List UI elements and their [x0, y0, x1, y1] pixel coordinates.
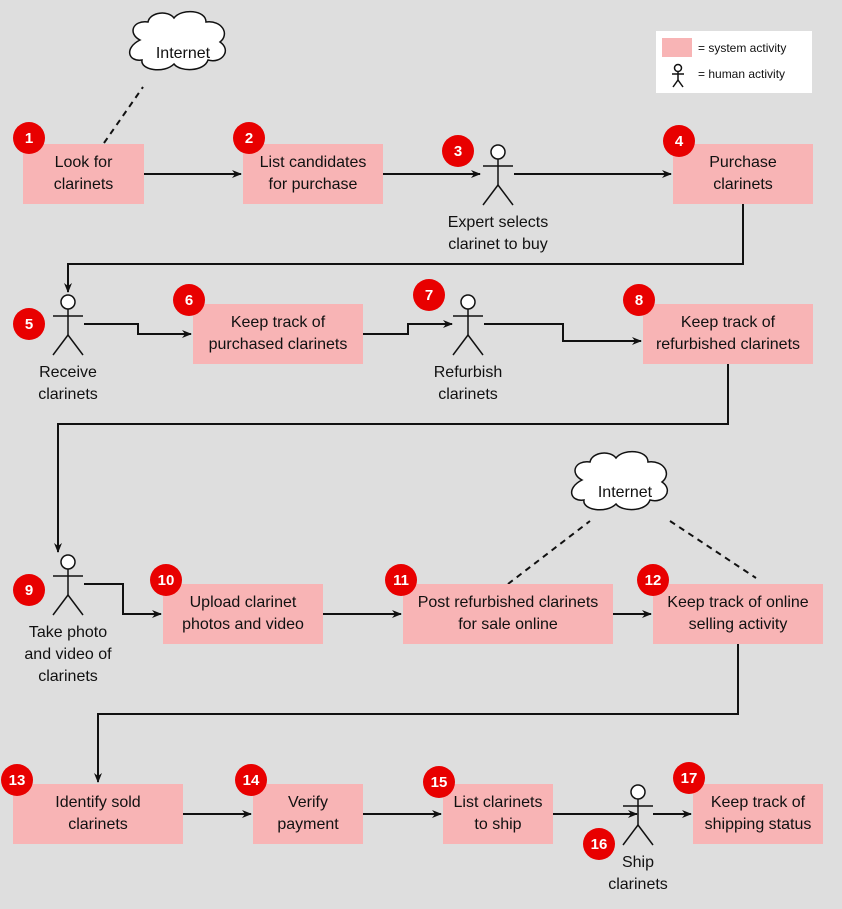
step-9-actor-icon[interactable]	[52, 554, 84, 616]
step-15-box[interactable]: List clarinets to ship	[443, 784, 553, 844]
legend: = system activity = human activity	[656, 31, 812, 93]
step-14-badge: 14	[235, 764, 267, 796]
connector-12-13	[94, 644, 739, 783]
step-1-badge: 1	[13, 122, 45, 154]
stick-figure-icon	[672, 63, 684, 88]
cloud-label: Internet	[155, 45, 211, 62]
step-3-badge: 3	[442, 135, 474, 167]
legend-human-label: = human activity	[698, 67, 786, 81]
step-5-badge: 5	[13, 308, 45, 340]
connector-5-6	[84, 323, 192, 338]
step-8-badge: 8	[623, 284, 655, 316]
step-4-box[interactable]: Purchase clarinets	[673, 144, 813, 204]
internet-link-12	[669, 520, 757, 579]
step-1-box[interactable]: Look for clarinets	[23, 144, 144, 204]
step-9-badge: 9	[13, 574, 45, 606]
step-13-badge: 13	[1, 764, 33, 796]
step-15-badge: 15	[423, 766, 455, 798]
step-11-box[interactable]: Post refurbished clarinets for sale onli…	[403, 584, 613, 644]
step-10-box[interactable]: Upload clarinet photos and video	[163, 584, 323, 644]
step-10-badge: 10	[150, 564, 182, 596]
cloud-label: Internet	[597, 484, 653, 501]
step-2-badge: 2	[233, 122, 265, 154]
step-17-box[interactable]: Keep track of shipping status	[693, 784, 823, 844]
step-5-label: Receive clarinets	[38, 364, 98, 403]
step-12-badge: 12	[637, 564, 669, 596]
connector-9-10	[84, 583, 162, 618]
step-3-label: Expert selects clarinet to buy	[447, 214, 549, 253]
system-activity-swatch	[662, 38, 692, 57]
connector-6-7	[363, 320, 453, 335]
step-3-actor-icon[interactable]	[482, 144, 514, 206]
step-9-label: Take photo and video of clarinets	[24, 624, 112, 685]
connector-4-5	[64, 204, 744, 293]
step-12-box[interactable]: Keep track of online selling activity	[653, 584, 823, 644]
step-7-actor-icon[interactable]	[452, 294, 484, 356]
step-11-badge: 11	[385, 564, 417, 596]
connector-7-8	[484, 323, 642, 345]
step-2-box[interactable]: List candidates for purchase	[243, 144, 383, 204]
internet-link-11	[507, 520, 591, 585]
legend-system-label: = system activity	[698, 41, 787, 55]
step-14-box[interactable]: Verify payment	[253, 784, 363, 844]
step-4-badge: 4	[663, 125, 695, 157]
step-16-badge: 16	[583, 828, 615, 860]
internet-link-1	[103, 86, 144, 144]
diagram-canvas	[52, 10, 757, 846]
step-8-box[interactable]: Keep track of refurbished clarinets	[643, 304, 813, 364]
step-7-label: Refurbish clarinets	[433, 364, 503, 403]
step-6-box[interactable]: Keep track of purchased clarinets	[193, 304, 363, 364]
step-17-badge: 17	[673, 762, 705, 794]
step-13-box[interactable]: Identify sold clarinets	[13, 784, 183, 844]
step-7-badge: 7	[413, 279, 445, 311]
step-5-actor-icon[interactable]	[52, 294, 84, 356]
step-6-badge: 6	[173, 284, 205, 316]
